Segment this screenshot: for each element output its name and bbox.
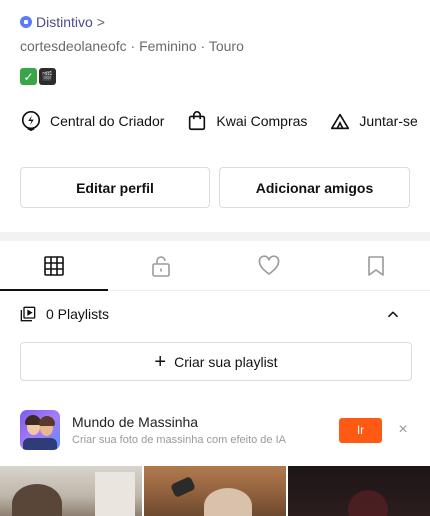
video-grid [0, 466, 430, 516]
plus-icon: + [154, 350, 167, 373]
create-playlist-button[interactable]: + Criar sua playlist [20, 342, 412, 381]
section-divider [0, 232, 430, 241]
tab-liked[interactable] [215, 241, 323, 290]
video-thumbnail[interactable] [144, 466, 286, 516]
heart-icon [258, 254, 280, 275]
close-icon[interactable]: × [396, 421, 410, 439]
chevron-up-icon[interactable] [386, 307, 400, 321]
grid-icon [43, 255, 64, 276]
profile-emojis: ✓ 🎬 [20, 68, 56, 85]
shopping-bag-icon [189, 111, 206, 131]
promo-subtitle: Criar sua foto de massinha com efeito de… [72, 434, 286, 446]
edit-profile-button[interactable]: Editar perfil [20, 167, 210, 208]
check-emoji: ✓ [20, 68, 37, 85]
tab-private[interactable] [108, 241, 216, 290]
shortcut-kwai-shopping[interactable]: Kwai Compras [186, 110, 307, 132]
lightning-icon [21, 111, 41, 132]
add-friends-button[interactable]: Adicionar amigos [219, 167, 410, 208]
promo-title: Mundo de Massinha [72, 414, 199, 430]
playlist-header[interactable]: 0 Playlists [20, 306, 410, 322]
chevron-right-icon: > [96, 14, 105, 30]
shortcut-creator-center[interactable]: Central do Criador [20, 110, 164, 132]
promo-banner[interactable]: Mundo de Massinha Criar sua foto de mass… [20, 408, 410, 452]
badge-icon [20, 16, 32, 28]
shortcut-join[interactable]: Juntar-se [329, 110, 418, 132]
badge-link[interactable]: Distintivo > [20, 14, 105, 30]
create-playlist-label: Criar sua playlist [174, 353, 278, 370]
promo-thumbnail [20, 410, 60, 450]
shortcut-label: Central do Criador [50, 113, 165, 129]
video-thumbnail[interactable] [0, 466, 142, 516]
tab-saved[interactable] [323, 241, 430, 290]
video-thumbnail[interactable] [288, 466, 430, 516]
badge-label: Distintivo [36, 14, 93, 30]
promo-go-button[interactable]: Ir [339, 417, 382, 443]
bookmark-icon [368, 255, 385, 276]
shortcut-bar: Central do Criador Kwai Compras Juntar-s… [20, 110, 430, 132]
shortcut-label: Kwai Compras [216, 113, 308, 129]
profile-tabs [0, 241, 430, 291]
playlist-icon [20, 306, 36, 322]
profile-meta: cortesdeolaneofc · Feminino · Touro [20, 38, 244, 54]
tent-icon [331, 113, 350, 130]
tab-grid[interactable] [0, 241, 108, 291]
shortcut-label: Juntar-se [359, 113, 418, 129]
playlist-count: 0 Playlists [46, 306, 110, 322]
lock-icon [152, 255, 171, 277]
clapperboard-emoji: 🎬 [39, 68, 56, 85]
